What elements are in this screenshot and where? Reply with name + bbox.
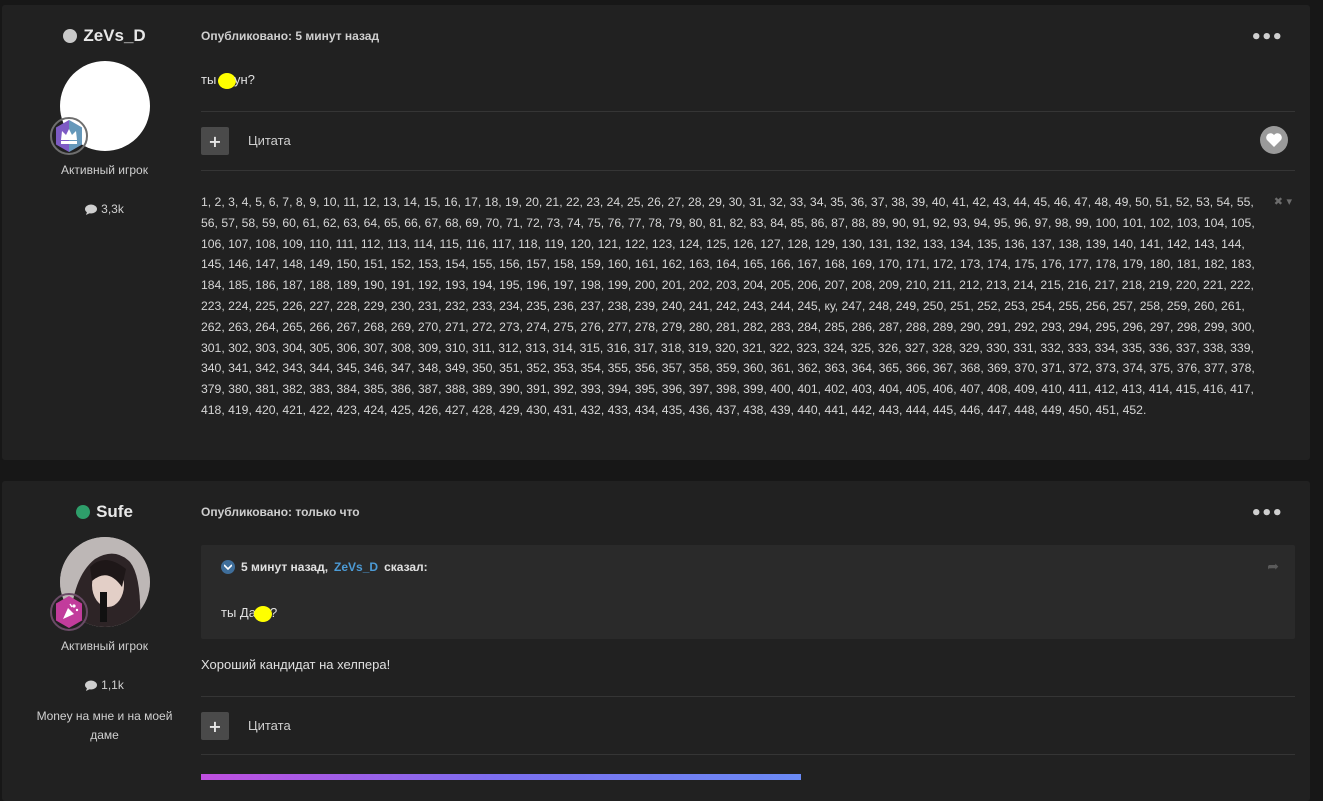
heart-icon[interactable] (1260, 126, 1288, 154)
post-count-value: 1,1k (101, 678, 124, 692)
post-content: ты ун? (201, 72, 255, 89)
published-label: Опубликовано: (201, 29, 293, 43)
author-name[interactable]: Sufe (2, 502, 207, 522)
more-dots-icon[interactable]: ••• (1250, 27, 1283, 48)
quote-author-link[interactable]: ZeVs_D (334, 560, 378, 574)
chevron-down-icon[interactable]: ▾ (1286, 195, 1292, 208)
quote-button[interactable]: Цитата (248, 718, 291, 733)
share-icon[interactable]: ➦ (1267, 559, 1279, 575)
published-label: Опубликовано: (201, 505, 293, 519)
quote-button[interactable]: Цитата (248, 133, 291, 148)
quote-text-part: ? (269, 605, 278, 620)
post-count: 3,3k (2, 202, 207, 216)
quote-said: сказал: (384, 560, 428, 574)
signature-text: 1, 2, 3, 4, 5, 6, 7, 8, 9, 10, 11, 12, 1… (201, 195, 1255, 417)
published-time[interactable]: 5 минут назад (295, 29, 379, 43)
author-name-link[interactable]: ZeVs_D (83, 26, 145, 46)
quote-header: 5 минут назад, ZeVs_D сказал: (221, 560, 428, 574)
divider (201, 696, 1295, 697)
quote-block: 5 минут назад, ZeVs_D сказал: ➦ ты Да? (201, 545, 1295, 639)
post-text-part: ты (201, 72, 217, 87)
forum-post: ZeVs_D Активный игрок 3,3k Опубликовано:… (2, 5, 1310, 460)
divider (201, 754, 1295, 755)
crown-icon (50, 117, 88, 155)
post-meta: Опубликовано: только что (201, 505, 360, 519)
forum-post: Sufe Активный игрок 1,1k Money на мне и … (2, 481, 1310, 801)
party-icon (50, 593, 88, 631)
post-text-part: ун? (233, 72, 255, 87)
plus-icon[interactable]: + (201, 127, 229, 155)
post-meta: Опубликовано: 5 минут назад (201, 29, 379, 43)
post-content: Хороший кандидат на хелпера! (201, 657, 391, 672)
divider (201, 111, 1295, 112)
post-count: 1,1k (2, 678, 207, 692)
quote-text: ты Да? (221, 605, 277, 622)
post-count-value: 3,3k (101, 202, 124, 216)
published-time[interactable]: только что (295, 505, 359, 519)
chevron-down-icon[interactable] (221, 560, 235, 574)
signature-banner (201, 774, 801, 780)
quote-text-part: ты Да (221, 605, 256, 620)
divider (201, 170, 1295, 171)
more-dots-icon[interactable]: ••• (1250, 503, 1283, 524)
plus-icon[interactable]: + (201, 712, 229, 740)
close-icon[interactable]: ✖ (1274, 195, 1283, 208)
signature-tools[interactable]: ✖ ▾ (1274, 195, 1292, 208)
author-rank: Активный игрок (61, 163, 148, 177)
quote-time: 5 минут назад, (241, 560, 329, 574)
author-signature: Money на мне и на моей даме (36, 709, 173, 742)
author-name[interactable]: ZeVs_D (2, 26, 207, 46)
author-name-link[interactable]: Sufe (96, 502, 133, 522)
online-status-icon (76, 505, 91, 519)
online-status-icon (63, 29, 78, 43)
comment-icon (85, 204, 98, 215)
comment-icon (85, 680, 98, 691)
author-rank: Активный игрок (61, 639, 148, 653)
